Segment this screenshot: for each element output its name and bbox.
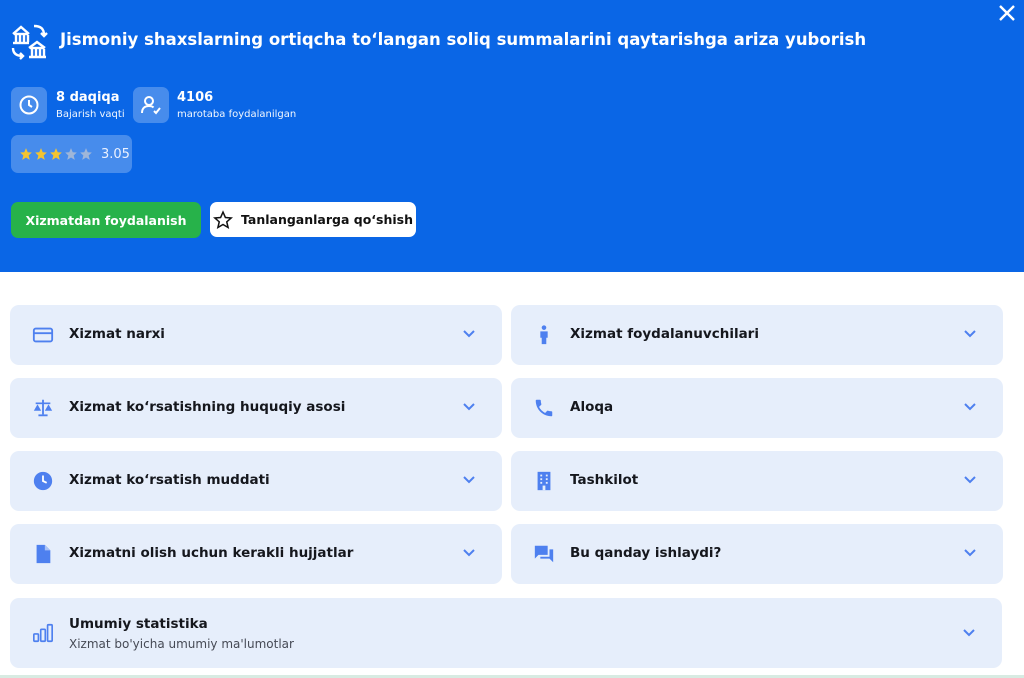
use-service-button[interactable]: Xizmatdan foydalanish	[11, 202, 201, 238]
chevron-down-icon	[964, 403, 976, 411]
chevron-down-icon	[463, 549, 475, 557]
section-label: Xizmat ko‘rsatish muddati	[69, 472, 270, 488]
credit-card-icon	[32, 327, 54, 343]
close-icon[interactable]	[996, 2, 1018, 24]
section-label: Aloqa	[570, 399, 614, 415]
bar-chart-icon	[33, 623, 53, 643]
section-legal-basis[interactable]: Xizmat ko‘rsatishning huquqiy asosi	[10, 378, 502, 438]
document-icon	[36, 544, 51, 564]
section-contact[interactable]: Aloqa	[511, 378, 1003, 438]
section-label: Xizmat narxi	[69, 326, 165, 342]
section-label: Xizmatni olish uchun kerakli hujjatlar	[69, 545, 354, 561]
section-price[interactable]: Xizmat narxi	[10, 305, 502, 365]
page-title: Jismoniy shaxslarning ortiqcha to‘langan…	[60, 30, 867, 49]
section-documents[interactable]: Xizmatni olish uchun kerakli hujjatlar	[10, 524, 502, 584]
add-favorite-button[interactable]: Tanlanganlarga qo‘shish	[210, 202, 416, 237]
duration-stat-box	[11, 87, 47, 123]
section-label: Xizmat ko‘rsatishning huquqiy asosi	[69, 399, 346, 415]
chevron-down-icon	[463, 330, 475, 338]
bank-exchange-icon	[11, 24, 48, 60]
section-how-it-works[interactable]: Bu qanday ishlaydi?	[511, 524, 1003, 584]
clock-icon	[19, 95, 39, 115]
section-label: Tashkilot	[570, 472, 639, 488]
usage-value: 4106	[177, 90, 214, 105]
chevron-down-icon	[963, 629, 975, 637]
usage-stat-box	[133, 87, 169, 123]
star-icon	[80, 148, 92, 160]
user-check-icon	[141, 96, 161, 115]
section-statistics[interactable]: Umumiy statistika Xizmat bo'yicha umumiy…	[10, 598, 1002, 668]
star-icon	[50, 148, 62, 160]
rating-box: 3.05	[11, 135, 132, 173]
statistics-subtitle: Xizmat bo'yicha umumiy ma'lumotlar	[69, 637, 294, 651]
rating-value: 3.05	[101, 146, 130, 162]
star-icon	[35, 148, 47, 160]
chevron-down-icon	[463, 403, 475, 411]
chevron-down-icon	[964, 330, 976, 338]
star-icon	[212, 209, 233, 229]
rating-stars	[19, 147, 93, 161]
chat-icon	[534, 545, 554, 563]
statistics-title: Umumiy statistika	[69, 616, 208, 632]
section-label: Bu qanday ishlaydi?	[570, 545, 722, 561]
building-icon	[537, 471, 551, 491]
section-duration[interactable]: Xizmat ko‘rsatish muddati	[10, 451, 502, 511]
chevron-down-icon	[463, 476, 475, 484]
chevron-down-icon	[964, 549, 976, 557]
person-icon	[540, 325, 548, 345]
star-icon	[65, 148, 77, 160]
chevron-down-icon	[964, 476, 976, 484]
section-organization[interactable]: Tashkilot	[511, 451, 1003, 511]
add-favorite-label: Tanlanganlarga qo‘shish	[240, 212, 413, 227]
section-users[interactable]: Xizmat foydalanuvchilari	[511, 305, 1003, 365]
star-icon	[20, 148, 32, 160]
service-header: Jismoniy shaxslarning ortiqcha to‘langan…	[0, 0, 1024, 272]
phone-icon	[535, 399, 553, 417]
section-label: Xizmat foydalanuvchilari	[570, 326, 759, 342]
scales-icon	[33, 399, 53, 417]
usage-label: marotaba foydalanilgan	[177, 109, 297, 120]
clock-filled-icon	[33, 471, 53, 491]
duration-value: 8 daqiqa	[56, 90, 120, 105]
duration-label: Bajarish vaqti	[56, 109, 125, 120]
